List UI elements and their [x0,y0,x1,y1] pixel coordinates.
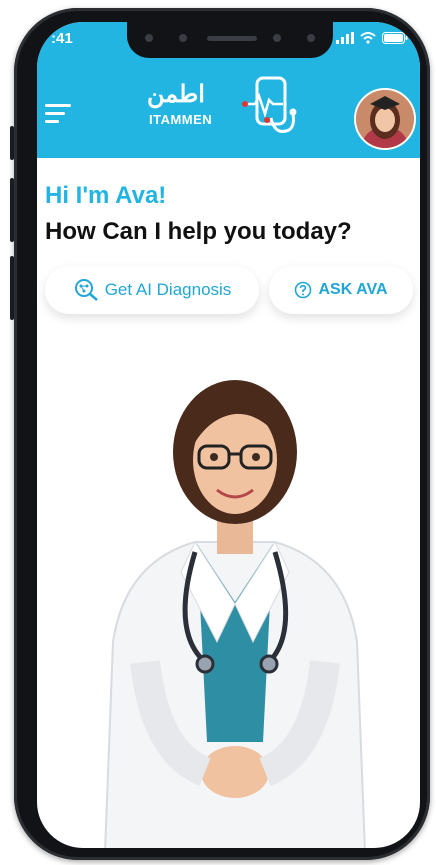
greeting-question: How Can I help you today? [45,218,352,245]
app-screen: :41 اطمن ITAMMEN Hi I'm Ava! How Can I h… [37,22,420,848]
status-time: :41 [51,30,73,47]
phone-side-button [10,256,14,320]
phone-side-button [10,126,14,160]
ava-doctor-illustration [104,380,366,848]
device-notch [127,22,333,58]
phone-side-button [10,178,14,242]
ask-ava-label: ASK AVA [318,281,388,298]
help-circle-icon [295,281,312,299]
status-icons [336,32,408,44]
battery-icon [382,32,408,44]
itammen-logo: اطمن ITAMMEN [147,74,297,140]
greeting-title: Hi I'm Ava! [45,182,167,209]
logo-english-text: ITAMMEN [149,112,213,127]
get-ai-diagnosis-button[interactable]: Get AI Diagnosis [45,266,259,314]
ai-diagnosis-icon [74,279,98,301]
signal-icon [336,32,354,44]
menu-icon[interactable] [45,102,73,124]
user-avatar[interactable] [354,88,416,150]
logo-arabic-text: اطمن [147,81,205,108]
ask-ava-button[interactable]: ASK AVA [269,266,413,314]
get-ai-diagnosis-label: Get AI Diagnosis [104,280,232,299]
wifi-icon [360,32,376,44]
phone-heartbeat-icon [242,76,297,133]
app-header: :41 اطمن ITAMMEN [37,22,420,158]
